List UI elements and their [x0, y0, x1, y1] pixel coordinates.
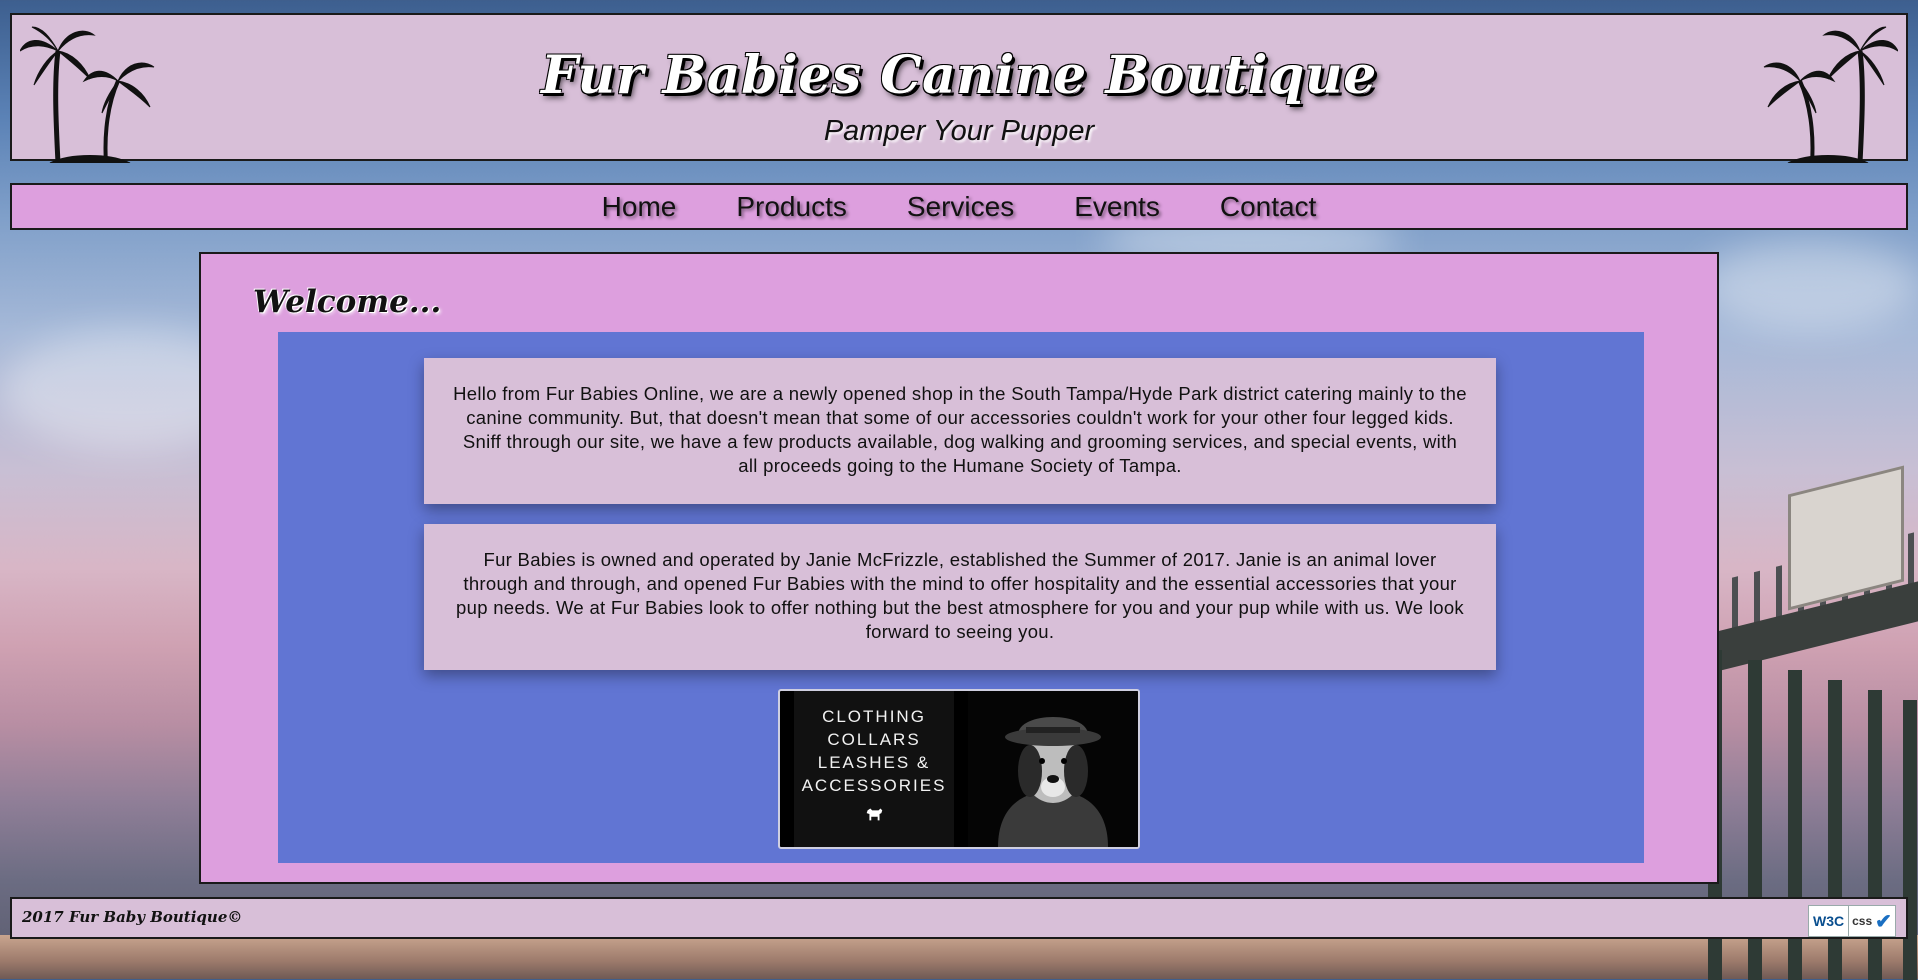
nav-events-link[interactable]: Events: [1074, 191, 1160, 223]
site-header: Fur Babies Canine Boutique Pamper Your P…: [10, 13, 1908, 163]
promo-text-block: CLOTHING COLLARS LEASHES & ACCESSORIES: [794, 691, 954, 847]
nav-services-link[interactable]: Services: [907, 191, 1014, 223]
main-section: Welcome... Hello from Fur Babies Online,…: [199, 252, 1719, 884]
welcome-heading: Welcome...: [253, 284, 442, 320]
copyright-text: 2017 Fur Baby Boutique©: [22, 908, 243, 926]
promo-line: LEASHES &: [817, 753, 931, 772]
accessories-promo-image[interactable]: CLOTHING COLLARS LEASHES & ACCESSORIES: [778, 689, 1140, 849]
intro-paragraph: Hello from Fur Babies Online, we are a n…: [424, 358, 1496, 504]
site-title: Fur Babies Canine Boutique: [541, 45, 1377, 106]
w3c-logo: W3C: [1809, 906, 1850, 936]
nav-contact-link[interactable]: Contact: [1220, 191, 1317, 223]
site-tagline: Pamper Your Pupper: [823, 115, 1095, 147]
css-label: css: [1852, 914, 1873, 928]
promo-line: ACCESSORIES: [801, 776, 947, 795]
main-nav: Home Products Services Events Contact: [10, 183, 1908, 230]
site-footer: 2017 Fur Baby Boutique© W3C css ✔: [10, 897, 1908, 939]
content-area: Hello from Fur Babies Online, we are a n…: [278, 332, 1644, 863]
palm-trees-icon: [1763, 26, 1898, 163]
nav-products-link[interactable]: Products: [736, 191, 847, 223]
w3c-css-validation-badge[interactable]: W3C css ✔: [1808, 905, 1896, 937]
dog-icon: [866, 808, 883, 821]
promo-line: CLOTHING: [822, 707, 926, 726]
promo-line: COLLARS: [827, 730, 921, 749]
cloud: [1700, 240, 1918, 330]
checkmark-icon: ✔: [1875, 910, 1892, 933]
dog-in-hat-photo: [968, 691, 1138, 847]
nav-home-link[interactable]: Home: [602, 191, 677, 223]
beach: [0, 935, 1918, 979]
owner-paragraph: Fur Babies is owned and operated by Jani…: [424, 524, 1496, 670]
